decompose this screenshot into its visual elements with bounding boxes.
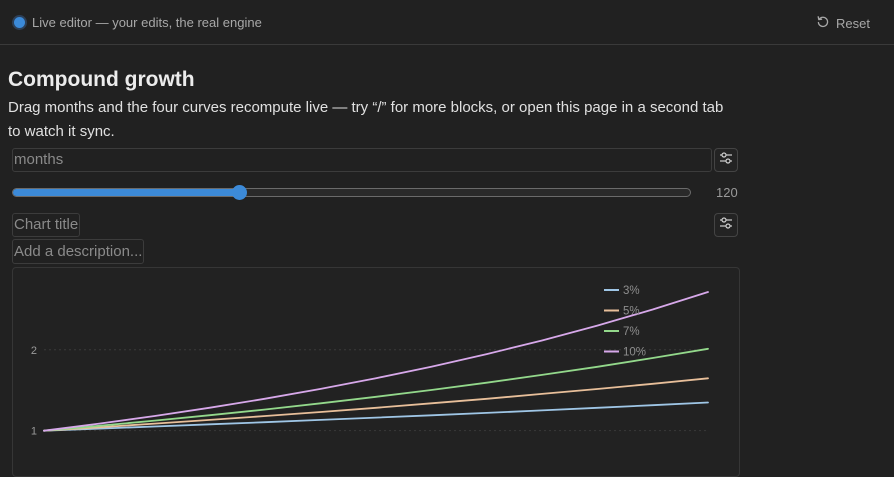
series-line-10pct — [43, 291, 709, 432]
sliders-icon — [719, 151, 733, 170]
chart-settings-button[interactable] — [714, 213, 738, 237]
sliders-icon — [719, 216, 733, 235]
live-status-icon — [14, 17, 25, 28]
legend-label-10pct: 10% — [623, 347, 646, 359]
reset-icon — [816, 15, 830, 32]
growth-line-chart: 1 2 3% 5% 7% 10% — [31, 285, 709, 438]
months-slider-thumb[interactable] — [231, 185, 247, 200]
page-title: Compound growth — [8, 68, 195, 91]
series-line-5pct — [43, 377, 709, 432]
top-bar: Live editor — your edits, the real engin… — [0, 0, 894, 45]
y-tick-label-1: 2 — [31, 345, 37, 357]
chart-title-input[interactable]: Chart title — [12, 213, 81, 237]
series-line-3pct — [43, 401, 709, 432]
legend-label-5pct: 5% — [623, 306, 640, 318]
months-slider-track[interactable] — [12, 188, 691, 197]
chart-description-input[interactable]: Add a description... — [12, 239, 145, 264]
reset-label: Reset — [836, 15, 870, 31]
legend-label-3pct: 3% — [623, 285, 640, 297]
months-settings-button[interactable] — [714, 148, 738, 172]
y-tick-label-0: 1 — [31, 426, 37, 438]
months-slider-fill — [13, 189, 241, 196]
live-editor-label: Live editor — your edits, the real engin… — [32, 15, 262, 30]
legend-label-7pct: 7% — [623, 326, 640, 338]
months-slider-value: 120 — [716, 185, 738, 200]
page-description: Drag months and the four curves recomput… — [8, 99, 724, 140]
months-label-input[interactable]: months — [12, 148, 712, 172]
reset-button[interactable]: Reset — [816, 13, 870, 33]
